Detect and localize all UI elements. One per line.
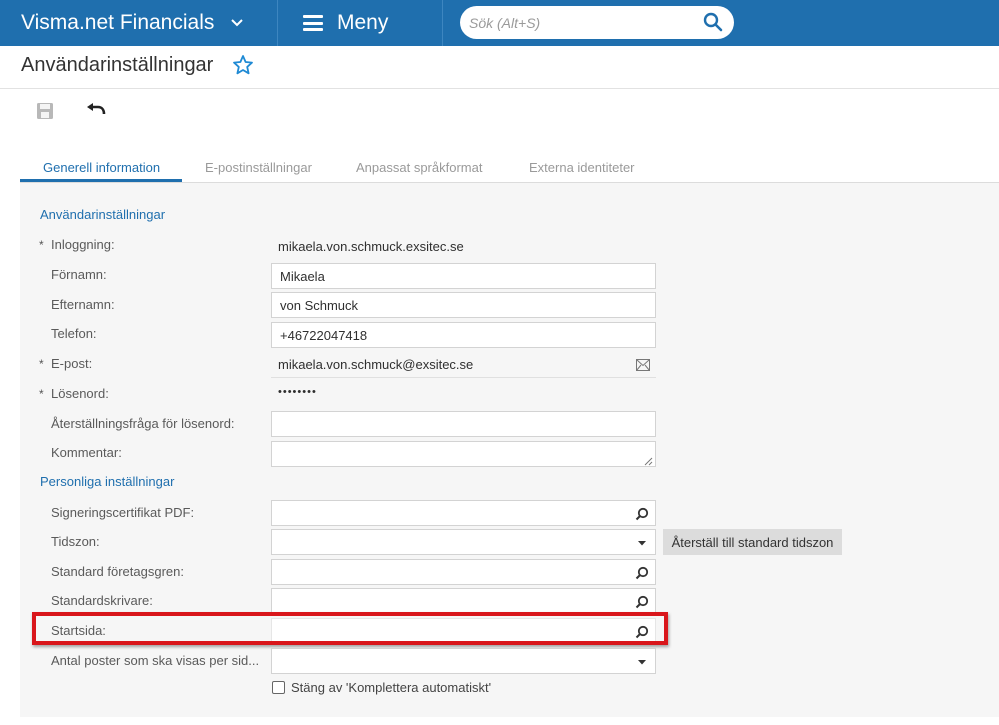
page-title: Användarinställningar bbox=[21, 54, 214, 76]
sign-cert-field bbox=[271, 500, 656, 526]
form-panel: Användarinställningar * Inloggning: mika… bbox=[20, 183, 999, 717]
menu-label: Meny bbox=[337, 11, 389, 34]
toolbar bbox=[0, 90, 999, 134]
tab-bar: Generell information E-postinställningar… bbox=[20, 152, 999, 183]
section-title-personal: Personliga inställningar bbox=[40, 474, 175, 489]
chevron-down-icon bbox=[230, 16, 244, 30]
search-icon[interactable] bbox=[635, 595, 649, 609]
tab-general-information[interactable]: Generell information bbox=[43, 160, 160, 175]
title-bar: Användarinställningar bbox=[0, 46, 999, 89]
reset-question-field bbox=[271, 411, 656, 437]
dropdown-arrow-icon[interactable] bbox=[635, 655, 649, 669]
login-label: Inloggning: bbox=[51, 237, 115, 252]
active-tab-indicator bbox=[20, 179, 182, 182]
required-mark: * bbox=[39, 238, 44, 252]
phone-input[interactable] bbox=[272, 323, 655, 347]
hamburger-icon bbox=[303, 15, 323, 31]
lastname-input[interactable] bbox=[272, 293, 655, 317]
rows-per-page-label: Antal poster som ska visas per sid... bbox=[51, 653, 260, 668]
lastname-label: Efternamn: bbox=[51, 297, 115, 312]
section-title-user: Användarinställningar bbox=[40, 207, 166, 222]
phone-label: Telefon: bbox=[51, 326, 97, 341]
firstname-field bbox=[271, 263, 656, 289]
password-value: •••••••• bbox=[278, 386, 317, 398]
rows-per-page-select[interactable] bbox=[271, 648, 656, 674]
reset-timezone-button[interactable]: Återställ till standard tidszon bbox=[663, 529, 842, 555]
dropdown-arrow-icon[interactable] bbox=[635, 536, 649, 550]
email-label: E-post: bbox=[51, 356, 93, 371]
comment-label: Kommentar: bbox=[51, 445, 122, 460]
search-icon[interactable] bbox=[703, 12, 723, 32]
phone-field bbox=[271, 322, 656, 348]
comment-field[interactable] bbox=[271, 441, 656, 467]
tab-email-settings[interactable]: E-postinställningar bbox=[205, 160, 312, 175]
top-bar: Visma.net Financials Meny bbox=[0, 0, 999, 46]
highlight-box bbox=[32, 612, 668, 645]
tab-external-identities[interactable]: Externa identiteter bbox=[529, 160, 635, 175]
tab-language-format[interactable]: Anpassat språkformat bbox=[356, 160, 482, 175]
printer-label: Standardskrivare: bbox=[51, 593, 153, 608]
autocomplete-option: Stäng av 'Komplettera automatiskt' bbox=[272, 680, 491, 695]
sign-cert-label: Signeringscertifikat PDF: bbox=[51, 505, 195, 520]
email-value: mikaela.von.schmuck@exsitec.se bbox=[278, 357, 474, 372]
password-label: Lösenord: bbox=[51, 386, 109, 401]
product-switcher[interactable]: Visma.net Financials bbox=[0, 0, 278, 46]
search-icon[interactable] bbox=[635, 507, 649, 521]
brand-name: Visma.net Financials bbox=[21, 11, 215, 34]
reset-question-input[interactable] bbox=[272, 412, 655, 436]
printer-field bbox=[271, 588, 656, 614]
search-box bbox=[460, 6, 734, 39]
mail-icon[interactable] bbox=[636, 359, 650, 371]
required-mark: * bbox=[39, 387, 44, 401]
branch-field bbox=[271, 559, 656, 585]
branch-input[interactable] bbox=[272, 560, 655, 584]
firstname-input[interactable] bbox=[272, 264, 655, 288]
star-icon[interactable] bbox=[232, 54, 254, 76]
autocomplete-checkbox-label: Stäng av 'Komplettera automatiskt' bbox=[291, 680, 492, 695]
email-field: mikaela.von.schmuck@exsitec.se bbox=[271, 352, 656, 378]
search-icon[interactable] bbox=[635, 566, 649, 580]
sign-cert-input[interactable] bbox=[272, 501, 655, 525]
undo-icon[interactable] bbox=[85, 100, 107, 122]
required-mark: * bbox=[39, 357, 44, 371]
resize-grip-icon[interactable] bbox=[643, 454, 653, 466]
save-icon[interactable] bbox=[34, 100, 56, 122]
search-input[interactable] bbox=[469, 14, 697, 31]
timezone-select[interactable] bbox=[271, 529, 656, 555]
lastname-field bbox=[271, 292, 656, 318]
autocomplete-checkbox[interactable] bbox=[272, 681, 285, 694]
timezone-label: Tidszon: bbox=[51, 534, 100, 549]
branch-label: Standard företagsgren: bbox=[51, 564, 184, 579]
menu-button[interactable]: Meny bbox=[278, 0, 443, 46]
reset-question-label: Återställningsfråga för lösenord: bbox=[51, 416, 235, 431]
printer-input[interactable] bbox=[272, 589, 655, 613]
firstname-label: Förnamn: bbox=[51, 267, 107, 282]
login-value: mikaela.von.schmuck.exsitec.se bbox=[278, 239, 464, 254]
